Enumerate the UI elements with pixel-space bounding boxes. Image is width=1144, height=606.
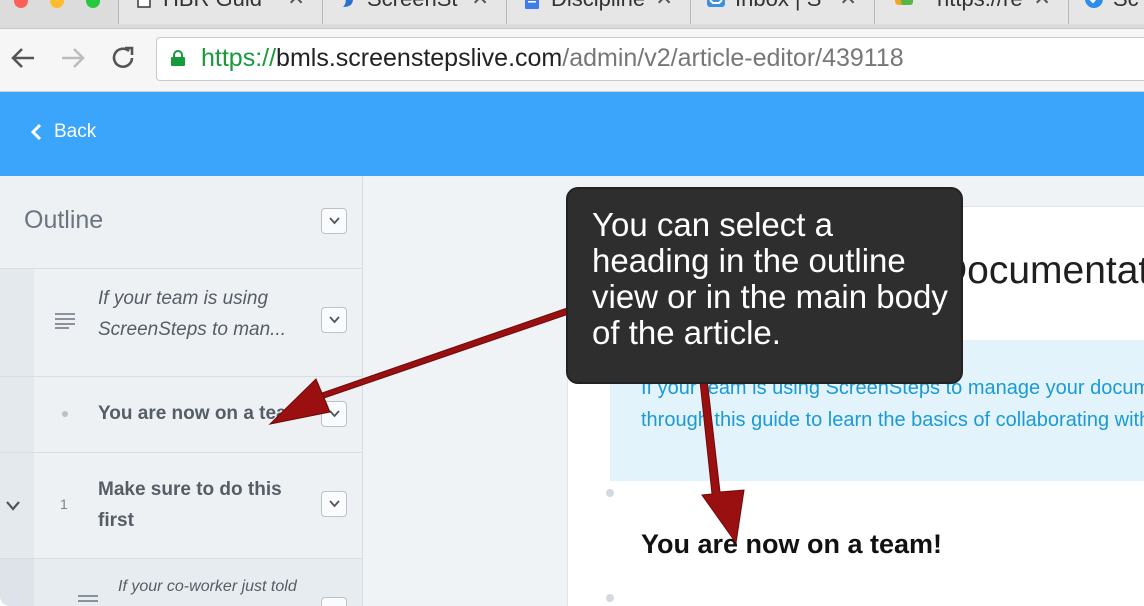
maximize-window-button[interactable] bbox=[86, 0, 100, 8]
item-menu-button[interactable] bbox=[321, 491, 347, 517]
close-icon[interactable]: ✕ bbox=[471, 0, 489, 11]
tab-label: Sc bbox=[1113, 0, 1139, 12]
item-menu-button[interactable] bbox=[321, 307, 347, 333]
tab-label: ScreenSt bbox=[367, 0, 458, 12]
close-icon[interactable]: ✕ bbox=[655, 0, 673, 11]
url-path: /admin/v2/article-editor/439118 bbox=[562, 44, 904, 72]
browser-tab-3[interactable]: Discipline ✕ bbox=[506, 0, 692, 24]
close-icon[interactable]: ✕ bbox=[287, 0, 305, 11]
browser-tab-1[interactable]: HBR Guid ✕ bbox=[118, 0, 324, 24]
outline-item-text: You are now on a team! bbox=[98, 403, 288, 424]
address-bar[interactable]: https://bmls.screenstepslive.com/admin/v… bbox=[156, 37, 1144, 81]
lock-icon bbox=[171, 50, 185, 66]
chat-icon bbox=[895, 0, 913, 5]
chevron-left-icon bbox=[30, 123, 42, 141]
outline-sidebar: Outline If your team is using ScreenStep… bbox=[0, 176, 363, 606]
chevron-down-icon bbox=[329, 500, 340, 508]
screensteps-icon bbox=[343, 0, 353, 7]
row-gutter bbox=[0, 559, 34, 606]
callout-line: through this guide to learn the basics o… bbox=[641, 409, 1144, 431]
annotation-text: You can select a heading in the outline … bbox=[592, 206, 948, 351]
article-title[interactable]: Documentation bbox=[939, 249, 1144, 293]
close-icon[interactable]: ✕ bbox=[1033, 0, 1051, 11]
article-heading[interactable]: You are now on a team! bbox=[641, 529, 942, 560]
back-label: Back bbox=[54, 121, 97, 142]
back-arrow-icon[interactable] bbox=[8, 43, 38, 73]
url-text: https://bmls.screenstepslive.com/admin/v… bbox=[201, 44, 904, 73]
minimize-window-button[interactable] bbox=[50, 0, 64, 8]
item-menu-button[interactable] bbox=[321, 597, 347, 606]
bullet-icon bbox=[62, 411, 68, 417]
outline-item-text: Make sure to do this first bbox=[98, 474, 282, 536]
paragraph-icon bbox=[78, 595, 98, 602]
url-scheme: https:// bbox=[201, 44, 277, 72]
outline-item-number: 1 bbox=[60, 496, 68, 512]
screenshot-frame: HBR Guid ✕ ScreenSt ✕ Discipline ✕ Inbox… bbox=[0, 0, 1144, 606]
tab-label: https://re bbox=[937, 0, 1023, 12]
close-icon[interactable]: ✕ bbox=[839, 0, 857, 11]
item-menu-button[interactable] bbox=[321, 401, 347, 427]
browser-tab-6[interactable]: Sc bbox=[1068, 0, 1144, 24]
tab-label: Inbox | S bbox=[735, 0, 821, 12]
browser-tab-5[interactable]: https://re ✕ bbox=[874, 0, 1070, 24]
outline-item-line: Make sure to do this bbox=[98, 479, 282, 500]
outline-item[interactable]: You are now on a team! bbox=[0, 376, 362, 452]
inbox-icon bbox=[707, 0, 725, 7]
row-gutter bbox=[0, 269, 34, 376]
block-handle[interactable] bbox=[606, 489, 614, 497]
outline-item-line: first bbox=[98, 510, 134, 531]
forward-arrow-icon[interactable] bbox=[58, 43, 88, 73]
chevron-down-icon bbox=[329, 410, 340, 418]
outline-item-text: If your co-worker just told bbox=[118, 578, 297, 595]
block-handle[interactable] bbox=[606, 594, 614, 602]
url-host: bmls.screenstepslive.com bbox=[276, 44, 563, 72]
tab-label: Discipline bbox=[551, 0, 645, 12]
browser-tab-2[interactable]: ScreenSt ✕ bbox=[322, 0, 508, 24]
chevron-down-icon bbox=[329, 217, 340, 225]
outline-item[interactable]: If your team is using ScreenSteps to man… bbox=[0, 268, 362, 376]
outline-item-line: ScreenSteps to man... bbox=[98, 319, 286, 340]
browser-tab-4[interactable]: Inbox | S ✕ bbox=[690, 0, 876, 24]
document-icon bbox=[137, 0, 151, 8]
close-window-button[interactable] bbox=[14, 0, 28, 8]
outline-menu-button[interactable] bbox=[321, 208, 347, 234]
chevron-down-icon[interactable] bbox=[6, 501, 20, 511]
google-docs-icon bbox=[525, 0, 539, 9]
app-icon bbox=[1085, 0, 1103, 8]
chevron-down-icon bbox=[329, 316, 340, 324]
annotation-callout: You can select a heading in the outline … bbox=[566, 187, 963, 384]
back-button[interactable]: Back bbox=[30, 121, 96, 143]
app-header: Back bbox=[0, 92, 1144, 176]
outline-item-line: If your team is using bbox=[98, 288, 269, 309]
tab-label: HBR Guid bbox=[163, 0, 262, 12]
row-gutter bbox=[0, 377, 34, 452]
paragraph-icon bbox=[55, 313, 75, 329]
outline-title: Outline bbox=[24, 206, 104, 234]
outline-item[interactable]: 1 Make sure to do this first bbox=[0, 452, 362, 558]
browser-tab-strip: HBR Guid ✕ ScreenSt ✕ Discipline ✕ Inbox… bbox=[0, 0, 1144, 29]
browser-toolbar: https://bmls.screenstepslive.com/admin/v… bbox=[0, 29, 1144, 92]
outline-item-text: If your team is using ScreenSteps to man… bbox=[98, 283, 286, 345]
outline-item[interactable]: If your co-worker just told bbox=[0, 558, 362, 606]
reload-icon[interactable] bbox=[108, 43, 138, 73]
